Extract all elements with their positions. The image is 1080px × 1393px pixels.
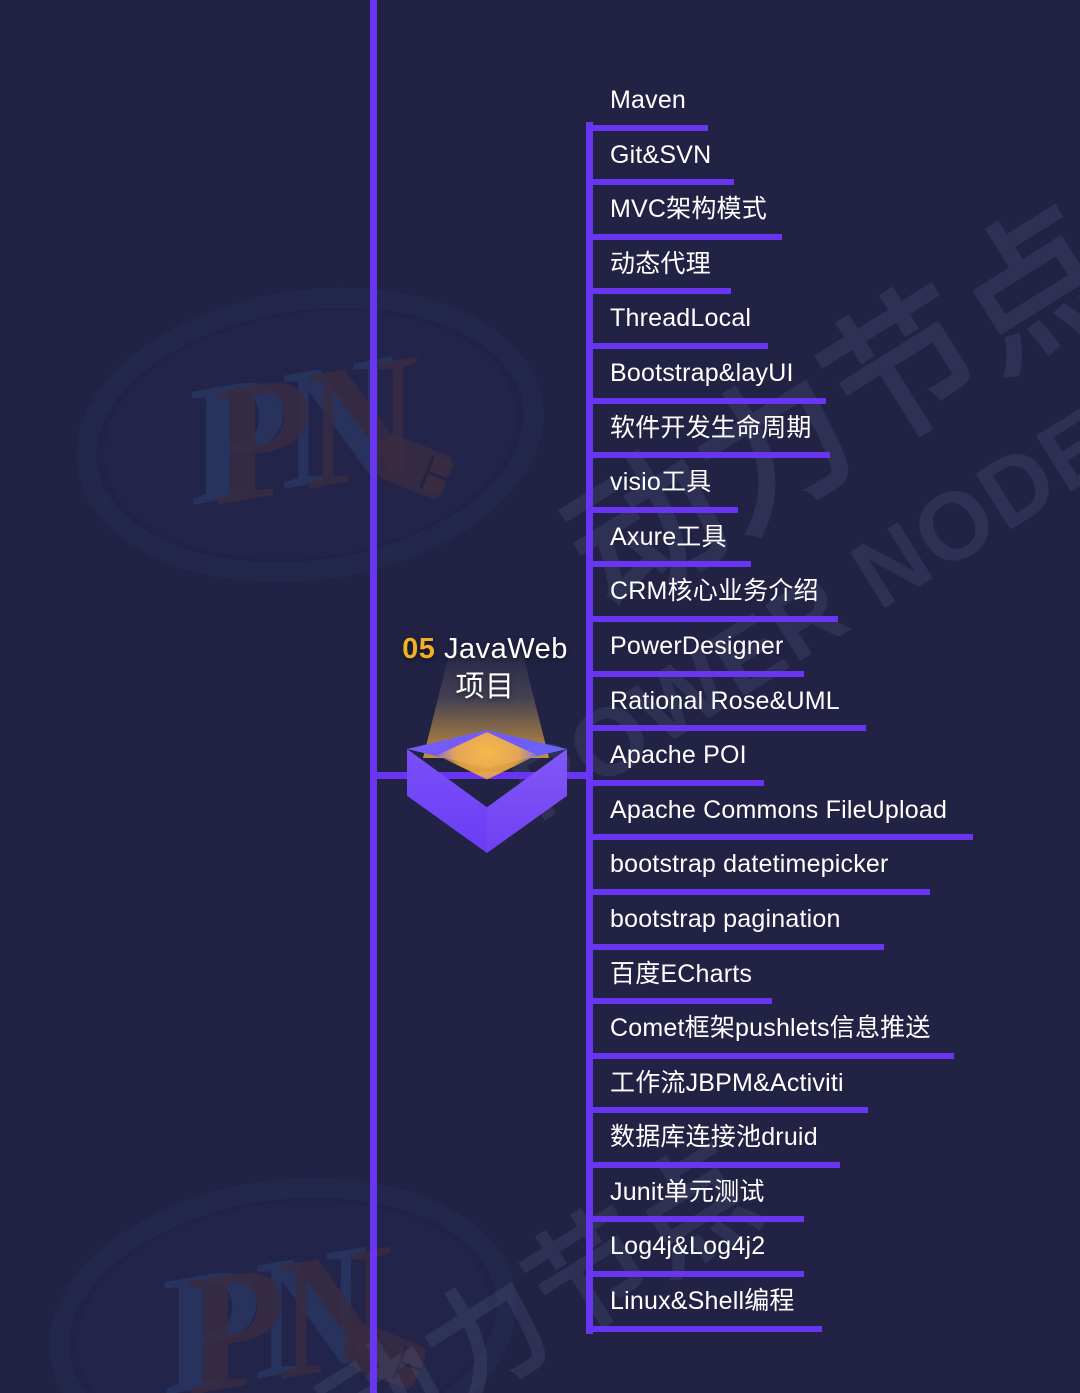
topic-label: ThreadLocal xyxy=(610,304,752,333)
topic-label: Apache POI xyxy=(610,741,747,770)
topic-label: Comet框架pushlets信息推送 xyxy=(610,1014,931,1043)
node-title-line2: 项目 xyxy=(455,671,515,703)
watermark-plug-icon xyxy=(364,429,454,501)
topic-label: MVC架构模式 xyxy=(610,195,767,224)
topic-item[interactable]: Apache POI xyxy=(586,731,1066,786)
watermark-pn-text: PN xyxy=(191,320,428,542)
topic-item[interactable]: bootstrap pagination xyxy=(586,895,1066,950)
topic-item[interactable]: bootstrap datetimepicker xyxy=(586,840,1066,895)
topic-item[interactable]: Rational Rose&UML xyxy=(586,677,1066,732)
watermark-logo-top: PN PN xyxy=(57,258,563,612)
topic-item[interactable]: Comet框架pushlets信息推送 xyxy=(586,1004,1066,1059)
topic-item[interactable]: Apache Commons FileUpload xyxy=(586,786,1066,841)
watermark-ellipse-fill xyxy=(88,285,532,585)
topic-item[interactable]: 动态代理 xyxy=(586,240,1066,295)
topic-item[interactable]: PowerDesigner xyxy=(586,622,1066,677)
topic-label: CRM核心业务介绍 xyxy=(610,577,819,606)
topic-label: 动态代理 xyxy=(610,249,711,278)
topic-item[interactable]: visio工具 xyxy=(586,458,1066,513)
topic-label: bootstrap datetimepicker xyxy=(610,850,889,879)
topic-list: Maven Git&SVN MVC架构模式 动态代理 ThreadLocal Bootst… xyxy=(586,76,1066,1332)
watermark-pn-shadow: PN xyxy=(167,320,404,542)
topic-item[interactable]: 工作流JBPM&Activiti xyxy=(586,1059,1066,1114)
topic-label: Axure工具 xyxy=(610,522,727,551)
topic-item[interactable]: Linux&Shell编程 xyxy=(586,1277,1066,1332)
node-title: 05 JavaWeb 项目 xyxy=(370,630,600,706)
cube-icon xyxy=(407,730,567,860)
topic-label: PowerDesigner xyxy=(610,631,784,660)
topic-label: Maven xyxy=(610,86,687,114)
topic-label: Junit单元测试 xyxy=(610,1177,765,1206)
topic-item[interactable]: 百度ECharts xyxy=(586,950,1066,1005)
topic-label: 工作流JBPM&Activiti xyxy=(610,1068,844,1097)
watermark-ellipse-ring xyxy=(57,258,563,612)
mindmap-canvas: PN PN PN PN 动力节点 POWER NODE 动力节点 05 Java… xyxy=(0,0,1080,1393)
node-number: 05 xyxy=(402,633,436,665)
topic-item[interactable]: MVC架构模式 xyxy=(586,185,1066,240)
topic-item[interactable]: Maven xyxy=(586,76,1066,131)
topic-item[interactable]: 软件开发生命周期 xyxy=(586,404,1066,459)
topic-item[interactable]: 数据库连接池druid xyxy=(586,1113,1066,1168)
topic-item[interactable]: Git&SVN xyxy=(586,131,1066,186)
topic-label: 数据库连接池druid xyxy=(610,1123,818,1152)
topic-label: Rational Rose&UML xyxy=(610,686,840,715)
topic-label: Apache Commons FileUpload xyxy=(610,795,948,824)
topic-item[interactable]: Log4j&Log4j2 xyxy=(586,1222,1066,1278)
topic-item[interactable]: Bootstrap&layUI xyxy=(586,349,1066,404)
topic-item[interactable]: ThreadLocal xyxy=(586,294,1066,349)
topic-item[interactable]: CRM核心业务介绍 xyxy=(586,567,1066,622)
topic-item[interactable]: Junit单元测试 xyxy=(586,1168,1066,1223)
node-title-line1: JavaWeb xyxy=(443,633,568,665)
topic-label: Log4j&Log4j2 xyxy=(610,1232,766,1261)
topic-label: 百度ECharts xyxy=(610,959,753,988)
topic-label: Bootstrap&layUI xyxy=(610,358,794,387)
topic-label: Git&SVN xyxy=(610,140,712,169)
topic-item[interactable]: Axure工具 xyxy=(586,513,1066,568)
topic-label: visio工具 xyxy=(610,468,712,497)
central-node[interactable]: 05 JavaWeb 项目 xyxy=(395,630,575,853)
topic-label: Linux&Shell编程 xyxy=(610,1287,795,1316)
topic-label: bootstrap pagination xyxy=(610,904,841,933)
topic-underline xyxy=(586,1325,822,1332)
topic-label: 软件开发生命周期 xyxy=(610,413,812,442)
